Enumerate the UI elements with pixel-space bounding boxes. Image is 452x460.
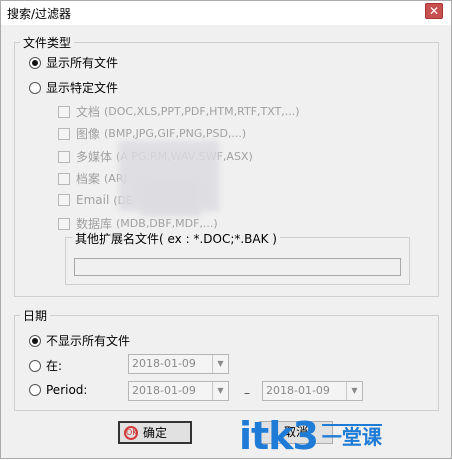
checkbox-label: Email: [76, 193, 110, 207]
date-legend: 日期: [20, 307, 51, 324]
checkbox-documents[interactable]: 文档 (DOC,XLS,PPT,PDF,HTM,RTF,TXT,...): [58, 103, 300, 120]
checkbox-box[interactable]: [58, 105, 70, 118]
watermark-sub: 一堂课: [321, 423, 382, 449]
checkbox-box[interactable]: [58, 194, 70, 206]
checkbox-box[interactable]: [58, 127, 70, 140]
other-extensions-legend: 其他扩展名文件( ex : *.DOC;*.BAK ): [72, 230, 280, 247]
checkbox-ext: (DOC,XLS,PPT,PDF,HTM,RTF,TXT,...): [104, 105, 300, 118]
on-date-label: 在:: [46, 359, 63, 373]
radio-indicator[interactable]: [29, 384, 41, 396]
watermark-main: itk3: [239, 413, 319, 458]
chevron-down-icon[interactable]: ▼: [212, 382, 228, 400]
show-all-files-label: 显示所有文件: [46, 56, 119, 70]
checkbox-ext: (MDB,DBF,MDF,...): [116, 217, 218, 230]
checkbox-label: 图像: [76, 127, 101, 141]
ok-button[interactable]: OK 确定: [118, 421, 192, 444]
checkbox-ext: (BMP,JPG,GIF,PNG,PSD,...): [104, 127, 247, 140]
radio-indicator[interactable]: [29, 359, 41, 372]
other-extensions-input[interactable]: [74, 258, 401, 276]
period-to-select[interactable]: 2018-01-09 ▼: [262, 381, 363, 401]
ok-button-label: 确定: [142, 426, 167, 440]
close-button[interactable]: ✕: [425, 3, 443, 19]
radio-indicator[interactable]: [29, 334, 41, 347]
period-from-select[interactable]: 2018-01-09 ▼: [128, 381, 229, 401]
blurred-region: [141, 176, 201, 216]
other-extensions-box: 其他扩展名文件( ex : *.DOC;*.BAK ): [65, 230, 410, 285]
show-specific-files-radio[interactable]: 显示特定文件: [29, 79, 118, 96]
period-label: Period:: [46, 383, 88, 397]
window-title: 搜索/过滤器: [7, 7, 72, 21]
checkbox-box[interactable]: [58, 217, 70, 230]
checkbox-box[interactable]: [58, 150, 70, 163]
checkbox-label: 文档: [76, 105, 101, 119]
period-to-value: 2018-01-09: [266, 384, 330, 397]
title-bar: 搜索/过滤器 ✕: [1, 1, 451, 25]
search-filter-dialog: 搜索/过滤器 ✕ 文件类型 显示所有文件 显示特定文件 文档 (DOC,XLS,…: [0, 0, 452, 459]
period-separator: –: [244, 386, 250, 400]
checkbox-label: 档案: [76, 172, 101, 186]
show-all-files-radio[interactable]: 显示所有文件: [29, 54, 118, 71]
radio-indicator[interactable]: [29, 56, 41, 69]
radio-indicator[interactable]: [29, 81, 41, 94]
period-from-value: 2018-01-09: [132, 384, 196, 397]
file-types-legend: 文件类型: [20, 34, 75, 51]
checkbox-box[interactable]: [58, 172, 70, 185]
checkbox-label: 多媒体: [76, 150, 113, 164]
no-date-filter-radio[interactable]: 不显示所有文件: [29, 332, 130, 349]
show-specific-files-label: 显示特定文件: [46, 81, 119, 95]
watermark-logo: itk3 一堂课: [239, 411, 452, 460]
no-date-filter-label: 不显示所有文件: [46, 334, 131, 348]
checkbox-archives[interactable]: 档案 (ARJ: [58, 170, 127, 187]
chevron-down-icon[interactable]: ▼: [346, 382, 362, 400]
checkbox-images[interactable]: 图像 (BMP,JPG,GIF,PNG,PSD,...): [58, 125, 246, 142]
period-radio[interactable]: Period:: [29, 383, 87, 397]
chevron-down-icon[interactable]: ▼: [212, 355, 228, 373]
on-date-select[interactable]: 2018-01-09 ▼: [128, 354, 229, 374]
on-date-value: 2018-01-09: [132, 357, 196, 370]
ok-icon: OK: [124, 426, 138, 440]
on-date-radio[interactable]: 在:: [29, 357, 62, 374]
